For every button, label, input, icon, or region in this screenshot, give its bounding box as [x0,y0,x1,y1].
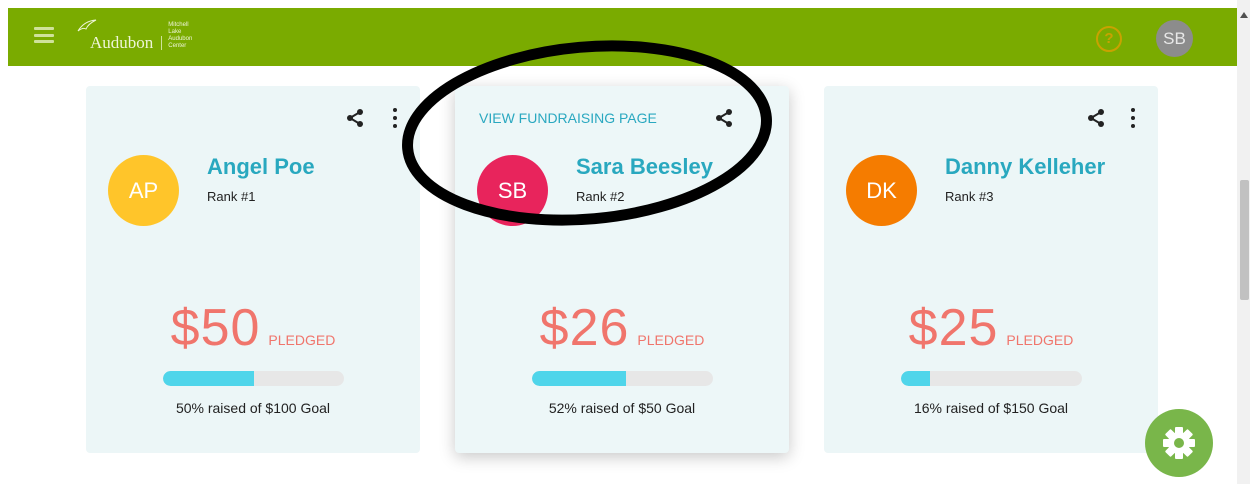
rank-label: Rank #1 [207,189,256,204]
pledge-amount: $50 [170,299,261,357]
rank-label: Rank #3 [945,189,994,204]
app-header: Audubon Mitchell Lake Audubon Center ? S… [8,8,1241,66]
avatar: SB [477,155,548,226]
pledge-amount-row: $25 PLEDGED [824,298,1158,358]
goal-text: 50% raised of $100 Goal [175,400,331,416]
pledge-amount-row: $50 PLEDGED [86,298,420,358]
fundraiser-name[interactable]: Danny Kelleher [945,154,1105,180]
top-strip [0,0,1250,8]
share-icon[interactable] [714,108,734,128]
progress-bar [532,371,713,386]
rank-label: Rank #2 [576,189,625,204]
pledge-amount-row: $26 PLEDGED [455,298,789,358]
avatar: AP [108,155,179,226]
more-vert-icon[interactable] [392,108,398,128]
logo[interactable]: Audubon Mitchell Lake Audubon Center [76,19,202,53]
progress-fill [163,371,254,386]
goal-text: 52% raised of $50 Goal [548,400,696,416]
progress-fill [532,371,627,386]
fundraiser-card: AP Angel Poe Rank #1 $50 PLEDGED 50% rais… [86,86,420,453]
progress-fill [901,371,930,386]
more-vert-icon[interactable] [1130,108,1136,128]
pledge-amount: $26 [539,299,630,357]
gear-icon [1163,427,1195,459]
scroll-up-arrow-icon[interactable] [1240,12,1248,18]
progress-bar [163,371,344,386]
hamburger-menu-icon[interactable] [34,27,54,43]
logo-divider [161,36,163,50]
pledged-label: PLEDGED [637,332,705,348]
user-avatar[interactable]: SB [1156,20,1193,57]
bird-logo-icon [77,19,97,32]
view-fundraising-page-link[interactable]: VIEW FUNDRAISING PAGE [479,110,657,126]
settings-button[interactable] [1145,409,1213,477]
goal-text: 16% raised of $150 Goal [913,400,1069,416]
share-icon[interactable] [1086,108,1106,128]
avatar: DK [846,155,917,226]
pledged-label: PLEDGED [1006,332,1074,348]
pledged-label: PLEDGED [268,332,336,348]
fundraiser-name[interactable]: Sara Beesley [576,154,713,180]
share-icon[interactable] [345,108,365,128]
fundraiser-card: DK Danny Kelleher Rank #3 $25 PLEDGED 16%… [824,86,1158,453]
logo-subtitle: Mitchell Lake Audubon Center [168,22,193,49]
help-circle-icon[interactable]: ? [1096,26,1122,52]
fundraiser-name[interactable]: Angel Poe [207,154,315,180]
progress-bar [901,371,1082,386]
pledge-amount: $25 [908,299,999,357]
fundraiser-card: VIEW FUNDRAISING PAGE SB Sara Beesley Ra… [455,86,789,453]
more-vert-icon[interactable] [761,108,767,128]
logo-text: Audubon [90,33,154,52]
scrollbar-thumb[interactable] [1240,180,1249,300]
